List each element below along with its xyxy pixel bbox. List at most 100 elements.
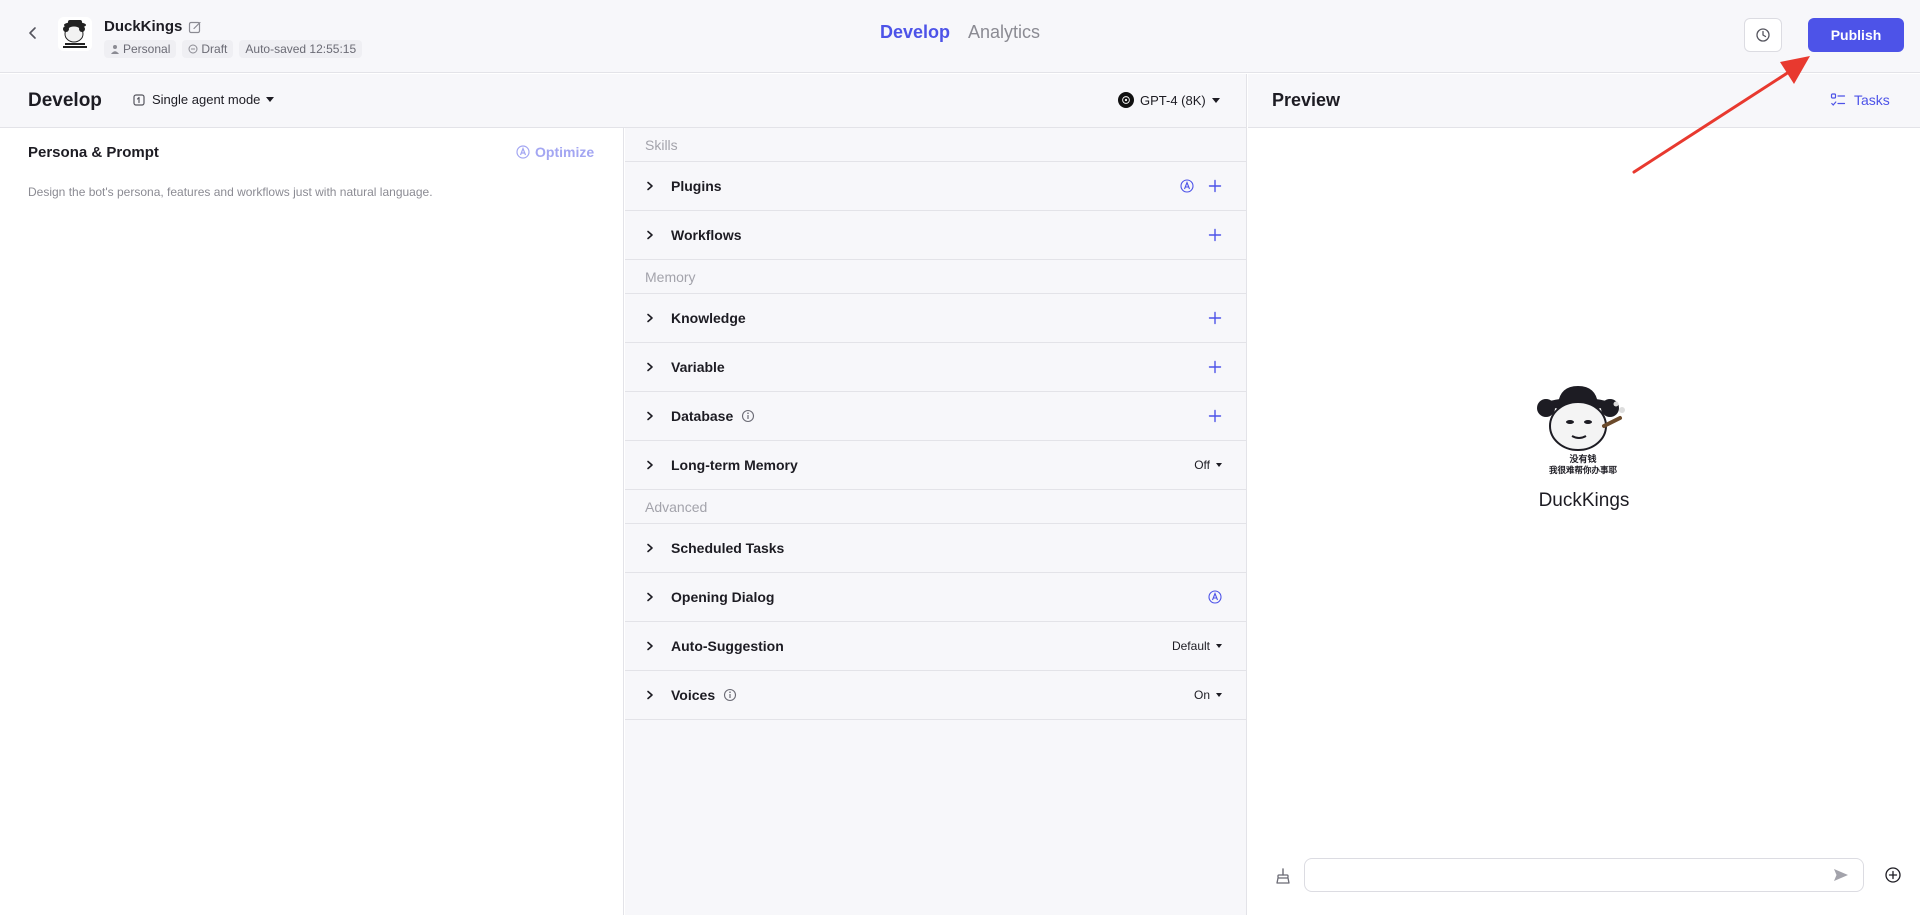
tab-develop[interactable]: Develop bbox=[880, 22, 950, 43]
bot-meta: Personal Draft Auto-saved 12:55:15 bbox=[104, 40, 363, 58]
caret-down-icon bbox=[1211, 97, 1220, 103]
autosave-badge: Auto-saved 12:55:15 bbox=[239, 40, 363, 58]
bot-name: DuckKings bbox=[104, 18, 183, 35]
skill-label: Knowledge bbox=[671, 310, 746, 326]
add-knowledge-icon[interactable] bbox=[1208, 311, 1222, 325]
section-advanced: Advanced bbox=[625, 490, 1246, 524]
space-badge: Personal bbox=[104, 40, 177, 58]
auto-optimize-icon bbox=[516, 145, 530, 159]
long-term-memory-select[interactable]: Off bbox=[1194, 458, 1222, 472]
preview-title: Preview bbox=[1272, 90, 1341, 110]
persona-prompt-editor[interactable]: Design the bot's persona, features and w… bbox=[28, 184, 588, 201]
chat-input[interactable] bbox=[1304, 858, 1864, 892]
info-icon[interactable] bbox=[741, 409, 755, 423]
clear-chat-icon[interactable] bbox=[1274, 867, 1292, 885]
model-select[interactable]: GPT-4 (8K) bbox=[1118, 92, 1220, 108]
chevron-right-icon bbox=[645, 460, 655, 470]
chevron-right-icon bbox=[645, 592, 655, 602]
section-skills: Skills bbox=[625, 128, 1246, 162]
add-workflow-icon[interactable] bbox=[1208, 228, 1222, 242]
long-term-memory-value: Off bbox=[1194, 458, 1210, 472]
chevron-right-icon bbox=[645, 313, 655, 323]
agent-mode-label: Single agent mode bbox=[152, 92, 261, 107]
skill-label: Auto-Suggestion bbox=[671, 638, 784, 654]
auto-generate-icon[interactable] bbox=[1208, 590, 1222, 604]
skill-row-long-term-memory[interactable]: Long-term Memory Off bbox=[625, 441, 1246, 490]
add-variable-icon[interactable] bbox=[1208, 360, 1222, 374]
chevron-right-icon bbox=[645, 362, 655, 372]
status-badge: Draft bbox=[182, 40, 234, 58]
chevron-right-icon bbox=[645, 543, 655, 553]
preview-panel: 没有钱 我很难帮你办事耶 DuckKings bbox=[1248, 128, 1920, 915]
agent-mode-icon bbox=[133, 93, 145, 106]
top-bar: DuckKings Personal Draft Auto-saved 12:5… bbox=[0, 0, 1920, 73]
autosave-label: Auto-saved 12:55:15 bbox=[245, 42, 357, 56]
skill-label: Long-term Memory bbox=[671, 457, 798, 473]
caret-down-icon bbox=[1216, 463, 1222, 467]
chevron-left-icon bbox=[29, 27, 36, 39]
preview-bot-name: DuckKings bbox=[1538, 490, 1630, 511]
skill-label: Scheduled Tasks bbox=[671, 540, 785, 556]
bot-avatar[interactable] bbox=[58, 17, 92, 51]
caret-down-icon bbox=[1216, 693, 1222, 697]
chevron-right-icon bbox=[645, 641, 655, 651]
chevron-right-icon bbox=[645, 411, 655, 421]
optimize-button[interactable]: Optimize bbox=[516, 144, 594, 160]
skill-row-scheduled-tasks[interactable]: Scheduled Tasks bbox=[625, 524, 1246, 573]
tasks-button[interactable]: Tasks bbox=[1830, 92, 1890, 108]
chevron-right-icon bbox=[645, 230, 655, 240]
user-icon bbox=[111, 45, 119, 54]
add-plugin-icon[interactable] bbox=[1208, 179, 1222, 193]
chevron-right-icon bbox=[645, 690, 655, 700]
section-memory: Memory bbox=[625, 260, 1246, 294]
auto-suggestion-select[interactable]: Default bbox=[1172, 639, 1222, 653]
skill-row-auto-suggestion[interactable]: Auto-Suggestion Default bbox=[625, 622, 1246, 671]
panda-meme-icon bbox=[58, 17, 92, 51]
skill-label: Workflows bbox=[671, 227, 742, 243]
skill-row-knowledge[interactable]: Knowledge bbox=[625, 294, 1246, 343]
edit-icon[interactable] bbox=[188, 20, 202, 34]
skill-label: Variable bbox=[671, 359, 725, 375]
bot-avatar-large: 没有钱 我很难帮你办事耶 bbox=[1534, 382, 1632, 478]
persona-title: Persona & Prompt bbox=[28, 144, 159, 161]
add-attachment-icon[interactable] bbox=[1884, 866, 1902, 884]
skill-row-voices[interactable]: Voices On bbox=[625, 671, 1246, 720]
preview-header: Preview Tasks bbox=[1248, 74, 1920, 128]
add-database-icon[interactable] bbox=[1208, 409, 1222, 423]
skills-panel: Skills Plugins Workflows Memory Knowledg… bbox=[625, 128, 1247, 915]
back-button[interactable] bbox=[22, 22, 44, 44]
history-button[interactable] bbox=[1744, 18, 1782, 52]
model-label: GPT-4 (8K) bbox=[1140, 92, 1206, 108]
tasks-label: Tasks bbox=[1854, 92, 1890, 108]
auto-add-icon[interactable] bbox=[1180, 179, 1194, 193]
persona-panel: Persona & Prompt Optimize Design the bot… bbox=[0, 128, 624, 915]
chat-bar bbox=[1248, 856, 1920, 900]
auto-suggestion-value: Default bbox=[1171, 639, 1210, 653]
skill-label: Voices bbox=[671, 687, 716, 703]
skill-row-opening-dialog[interactable]: Opening Dialog bbox=[625, 573, 1246, 622]
caret-down-icon bbox=[1216, 644, 1222, 648]
skill-row-plugins[interactable]: Plugins bbox=[625, 162, 1246, 211]
info-icon[interactable] bbox=[723, 688, 737, 702]
openai-icon bbox=[1118, 92, 1134, 108]
space-label: Personal bbox=[123, 42, 171, 56]
skill-row-database[interactable]: Database bbox=[625, 392, 1246, 441]
draft-icon bbox=[188, 44, 198, 54]
develop-title: Develop bbox=[28, 90, 102, 111]
tab-analytics[interactable]: Analytics bbox=[968, 22, 1040, 43]
skill-row-workflows[interactable]: Workflows bbox=[625, 211, 1246, 260]
status-label: Draft bbox=[201, 42, 228, 56]
chevron-right-icon bbox=[645, 181, 655, 191]
send-icon[interactable] bbox=[1832, 866, 1850, 884]
skill-label: Database bbox=[671, 408, 734, 424]
skill-label: Plugins bbox=[671, 178, 722, 194]
voices-select[interactable]: On bbox=[1194, 688, 1222, 702]
voices-value: On bbox=[1193, 688, 1210, 702]
agent-mode-select[interactable]: Single agent mode bbox=[132, 92, 275, 107]
bot-name-row: DuckKings bbox=[104, 18, 202, 35]
skill-row-variable[interactable]: Variable bbox=[625, 343, 1246, 392]
publish-button[interactable]: Publish bbox=[1808, 18, 1904, 52]
skill-label: Opening Dialog bbox=[671, 589, 775, 605]
tasks-icon bbox=[1830, 93, 1846, 106]
avatar-caption-line2: 我很难帮你办事耶 bbox=[1549, 465, 1618, 476]
